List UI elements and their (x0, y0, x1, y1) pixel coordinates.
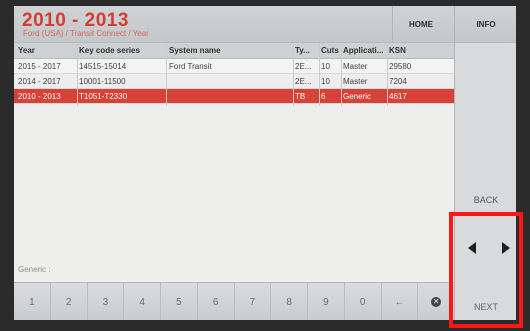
left-right-navigation (466, 232, 512, 272)
delete-key[interactable]: ✕ (418, 283, 454, 320)
cell-year: 2015 - 2017 (18, 61, 61, 71)
column-divider (166, 43, 167, 106)
column-divider (77, 43, 78, 106)
key-4[interactable]: 4 (124, 283, 161, 320)
arrow-left-icon[interactable] (468, 242, 476, 254)
nav-divider (455, 213, 516, 214)
info-button[interactable]: INFO (454, 6, 516, 42)
key-0[interactable]: 0 (344, 283, 382, 320)
column-divider (293, 43, 294, 106)
column-divider (319, 43, 320, 106)
table-header-row: Year Key code series System name Ty... C… (14, 43, 454, 59)
key-7[interactable]: 7 (234, 283, 272, 320)
column-header-system-name[interactable]: System name (169, 43, 289, 58)
table-row[interactable]: 2014 - 2017 10001-11500 2E... 10 Master … (14, 74, 454, 89)
cell-system-name: Ford Transit (169, 61, 212, 71)
key-2[interactable]: 2 (50, 283, 88, 320)
cell-cuts: 6 (321, 91, 326, 101)
cell-ksn: 29580 (389, 61, 412, 71)
breadcrumb: Ford (USA) / Transit Connect / Year (23, 29, 149, 38)
arrow-right-icon[interactable] (502, 242, 510, 254)
cell-application: Generic (343, 91, 372, 101)
right-nav-panel: BACK NEXT (454, 43, 516, 320)
column-divider (387, 43, 388, 106)
column-header-type[interactable]: Ty... (295, 43, 319, 58)
table-row-selected[interactable]: 2010 - 2013 T1051-T2330 TB 6 Generic 461… (14, 89, 454, 104)
backspace-key[interactable]: ← (381, 283, 419, 320)
cell-system-name (169, 89, 289, 103)
cell-key-code-series: 14515-15014 (79, 61, 127, 71)
cell-cuts: 10 (321, 61, 330, 71)
cell-cuts: 10 (321, 76, 330, 86)
cell-year: 2014 - 2017 (18, 76, 61, 86)
status-text: Generic : (18, 265, 51, 274)
key-9[interactable]: 9 (308, 283, 345, 320)
cell-ksn: 4617 (389, 91, 407, 101)
results-table: Year Key code series System name Ty... C… (14, 43, 454, 104)
key-1[interactable]: 1 (14, 283, 51, 320)
cell-year: 2010 - 2013 (18, 91, 61, 101)
cell-type: 2E... (295, 61, 312, 71)
screen: 2010 - 2013 Ford (USA) / Transit Connect… (14, 6, 516, 320)
key-8[interactable]: 8 (271, 283, 308, 320)
cell-application: Master (343, 61, 368, 71)
home-button[interactable]: HOME (392, 6, 449, 42)
column-header-year[interactable]: Year (18, 43, 78, 58)
table-row[interactable]: 2015 - 2017 14515-15014 Ford Transit 2E.… (14, 59, 454, 74)
cell-type: 2E... (295, 76, 312, 86)
cell-key-code-series: T1051-T2330 (79, 91, 128, 101)
numeric-keypad: 1 2 3 4 5 6 7 8 9 0 ← ✕ (14, 282, 454, 320)
header: 2010 - 2013 Ford (USA) / Transit Connect… (14, 6, 516, 43)
column-header-key-code-series[interactable]: Key code series (79, 43, 164, 58)
next-button[interactable]: NEXT (455, 302, 516, 312)
back-button[interactable]: BACK (455, 195, 516, 205)
column-header-ksn[interactable]: KSN (389, 43, 431, 58)
column-header-cuts[interactable]: Cuts (321, 43, 339, 58)
cell-type: TB (295, 91, 306, 101)
key-6[interactable]: 6 (197, 283, 235, 320)
key-5[interactable]: 5 (161, 283, 198, 320)
cell-application: Master (343, 76, 368, 86)
key-3[interactable]: 3 (87, 283, 125, 320)
cell-key-code-series: 10001-11500 (79, 76, 126, 86)
column-divider (341, 43, 342, 106)
cell-system-name (169, 74, 289, 88)
cell-ksn: 7204 (389, 76, 407, 86)
column-header-application[interactable]: Applicati... (343, 43, 385, 58)
delete-icon: ✕ (431, 297, 442, 307)
